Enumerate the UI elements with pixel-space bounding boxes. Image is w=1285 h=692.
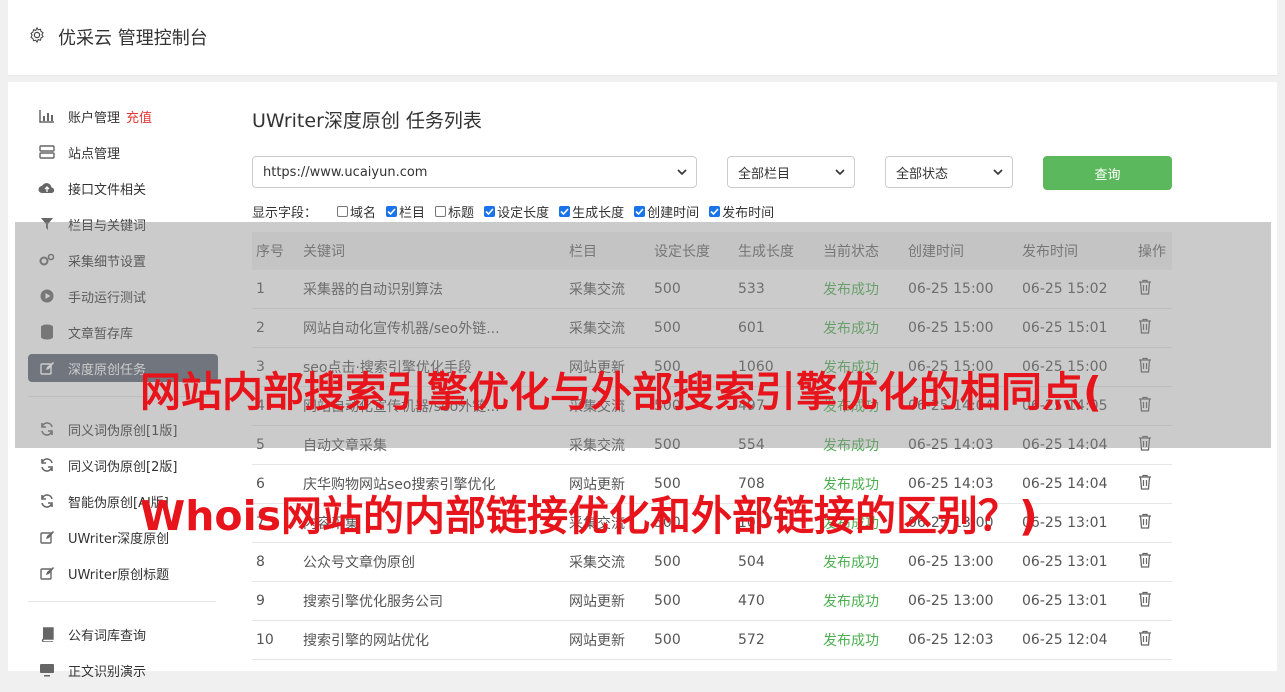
sidebar-item-label: 公有词库查询 (68, 628, 147, 644)
table-cell: 10 (256, 632, 274, 648)
trash-icon[interactable] (1138, 474, 1152, 494)
trash-icon[interactable] (1138, 513, 1152, 533)
checkbox-box[interactable] (337, 206, 349, 217)
status-text: 发布成功 (823, 555, 879, 571)
checkbox-box[interactable] (435, 206, 447, 217)
chevron-down-icon (835, 169, 845, 176)
task-list-section: UWriter深度原创 任务列表 https://www.ucaiyun.com… (252, 102, 1172, 660)
table-cell: 06-25 13:00 (908, 593, 994, 609)
trash-icon[interactable] (1138, 591, 1152, 611)
field-checkbox[interactable]: 设定长度 (484, 202, 549, 221)
table-cell: 06-25 12:03 (908, 632, 994, 648)
overlay-headline-2: Whois网站的内部链接优化和外部链接的区别？) (140, 492, 1038, 540)
checkbox-box[interactable] (386, 206, 398, 217)
table-row: 10 搜索引擎的网站优化 网站更新 500 572 发布成功 06-25 12:03 06-2… (252, 621, 1172, 660)
overlay-headline-1: 网站内部搜索引擎优化与外部搜索引擎优化的相同点( (140, 368, 1102, 416)
sidebar-item[interactable]: 站点管理 (28, 138, 218, 166)
server-icon (38, 143, 56, 161)
table-cell: 搜索引擎优化服务公司 (303, 594, 443, 610)
gear-icon (30, 26, 44, 44)
field-checkbox-label: 生成长度 (572, 206, 625, 221)
trash-icon[interactable] (1138, 552, 1152, 572)
sidebar-item[interactable]: 公有词库查询 (28, 620, 218, 648)
table-cell: 500 (654, 554, 681, 570)
table-cell: 500 (654, 593, 681, 609)
checkbox-box[interactable] (559, 206, 571, 217)
field-checkbox[interactable]: 域名 (337, 202, 376, 221)
sidebar-item-label: 正文识别演示 (68, 664, 147, 680)
status-select[interactable]: 全部状态 (885, 156, 1013, 188)
field-checkbox[interactable]: 创建时间 (634, 202, 699, 221)
edit-icon (38, 528, 56, 546)
checkbox-box[interactable] (634, 206, 646, 217)
table-cell: 搜索引擎的网站优化 (303, 633, 429, 649)
table-cell: 504 (738, 554, 765, 570)
field-checkbox[interactable]: 生成长度 (559, 202, 624, 221)
table-cell: 公众号文章伪原创 (303, 555, 415, 571)
table-cell: 06-25 12:04 (1022, 632, 1108, 648)
site-select-value: https://www.ucaiyun.com (263, 164, 428, 180)
site-select[interactable]: https://www.ucaiyun.com (252, 156, 697, 188)
field-checkbox-label: 域名 (350, 206, 377, 221)
sidebar-item-label: 接口文件相关 (68, 182, 147, 198)
field-checkbox-label: 栏目 (399, 206, 426, 221)
refresh-icon (38, 492, 56, 510)
checkbox-box[interactable] (709, 206, 721, 217)
table-cell: 500 (654, 632, 681, 648)
status-text: 发布成功 (823, 594, 879, 610)
field-checkbox-label: 创建时间 (647, 206, 700, 221)
table-cell: 06-25 13:01 (1022, 593, 1108, 609)
table-cell: 470 (738, 593, 765, 609)
field-checkbox-label: 发布时间 (722, 206, 775, 221)
sidebar-divider (28, 601, 216, 602)
bar-chart-icon (38, 107, 56, 125)
recharge-link[interactable]: 充值 (126, 107, 152, 126)
chevron-down-icon (993, 169, 1003, 176)
page-title: UWriter深度原创 任务列表 (252, 110, 482, 132)
refresh-icon (38, 456, 56, 474)
table-cell: 8 (256, 554, 265, 570)
query-button[interactable]: 查询 (1043, 156, 1172, 190)
table-row: 9 搜索引擎优化服务公司 网站更新 500 470 发布成功 06-25 13:00 06-2… (252, 582, 1172, 621)
field-checkbox[interactable]: 发布时间 (709, 202, 774, 221)
table-cell: 网站更新 (569, 594, 625, 610)
sidebar-item[interactable]: 正文识别演示 (28, 656, 218, 684)
sidebar-item-label: 同义词伪原创[2版] (68, 459, 178, 475)
table-cell: 572 (738, 632, 765, 648)
table-cell: 采集交流 (569, 555, 625, 571)
sidebar-item-label: UWriter原创标题 (68, 567, 170, 583)
sidebar-item-label: 站点管理 (68, 146, 121, 162)
table-cell: 06-25 13:00 (908, 554, 994, 570)
filter-bar: https://www.ucaiyun.com 全部栏目 全部状态 查询 (252, 156, 1172, 190)
cloud-upload-icon (38, 179, 56, 197)
column-select-value: 全部栏目 (738, 166, 791, 182)
book-icon (38, 625, 56, 643)
brand-title: 优采云 管理控制台 (58, 28, 208, 49)
table-cell: 06-25 13:01 (1022, 554, 1108, 570)
field-checkbox-label: 标题 (448, 206, 475, 221)
field-checkbox[interactable]: 栏目 (386, 202, 425, 221)
display-fields: 显示字段： 域名 栏目 标题 设定长度 生成长度 创建时间 发布时间 (252, 202, 784, 221)
checkbox-box[interactable] (484, 206, 496, 217)
sidebar-item[interactable]: UWriter原创标题 (28, 559, 218, 587)
sidebar-item[interactable]: 账户管理 充值 (28, 102, 218, 130)
column-select[interactable]: 全部栏目 (727, 156, 855, 188)
field-checkbox-label: 设定长度 (497, 206, 550, 221)
sidebar-item[interactable]: 接口文件相关 (28, 174, 218, 202)
table-cell: 9 (256, 593, 265, 609)
sidebar-item-label: 账户管理 (68, 110, 121, 126)
monitor-icon (38, 661, 56, 679)
sidebar-item[interactable]: 同义词伪原创[2版] (28, 451, 218, 479)
status-text: 发布成功 (823, 633, 879, 649)
edit-icon (38, 564, 56, 582)
top-bar: 优采云 管理控制台 (8, 0, 1277, 76)
field-checkbox[interactable]: 标题 (435, 202, 474, 221)
trash-icon[interactable] (1138, 630, 1152, 650)
table-cell: 网站更新 (569, 633, 625, 649)
chevron-down-icon (677, 169, 687, 176)
display-fields-label: 显示字段： (252, 206, 318, 221)
status-select-value: 全部状态 (896, 166, 949, 182)
table-row: 8 公众号文章伪原创 采集交流 500 504 发布成功 06-25 13:00 06-25 … (252, 543, 1172, 582)
